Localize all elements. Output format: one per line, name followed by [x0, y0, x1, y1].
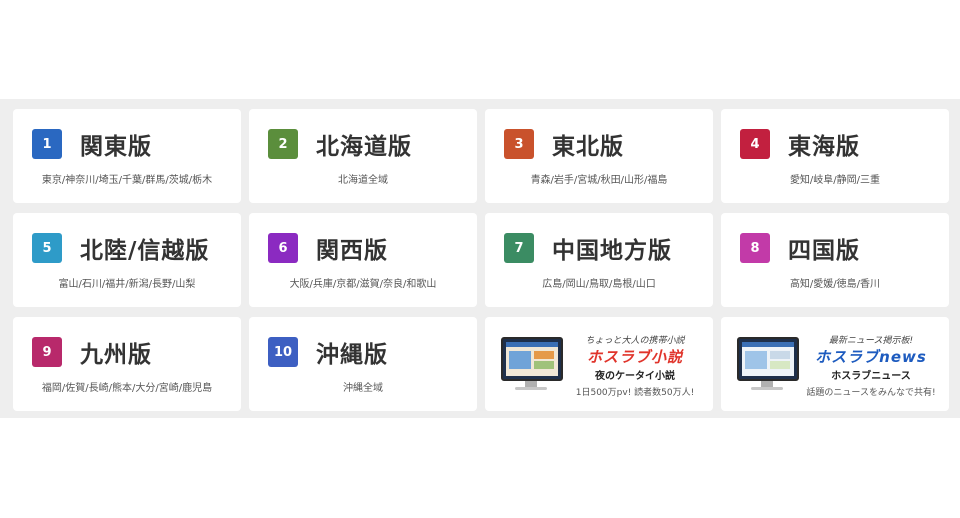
region-card-header: 10 沖縄版	[268, 335, 388, 369]
region-number-badge: 10	[268, 337, 298, 367]
region-areas: 青森/岩手/宮城/秋田/山形/福島	[530, 175, 668, 186]
region-title: 東海版	[788, 134, 860, 160]
region-title: 北陸/信越版	[80, 238, 210, 264]
region-areas: 愛知/岐阜/静岡/三重	[789, 175, 881, 186]
region-card-header: 8 四国版	[740, 231, 860, 265]
ad-logo: ホスラブnews	[815, 348, 927, 366]
region-card-header: 5 北陸/信越版	[32, 231, 209, 265]
region-card-header: 3 東北版	[504, 127, 624, 161]
region-card-hokuriku-shinetsu[interactable]: 5 北陸/信越版 富山/石川/福井/新潟/長野/山梨	[13, 213, 241, 307]
region-number-badge: 3	[504, 129, 534, 159]
region-title: 中国地方版	[552, 238, 672, 264]
region-number-badge: 7	[504, 233, 534, 263]
region-title: 九州版	[80, 342, 152, 368]
region-areas: 広島/岡山/鳥取/島根/山口	[542, 279, 656, 290]
region-number-badge: 1	[32, 129, 62, 159]
region-card-shikoku[interactable]: 8 四国版 高知/愛媛/徳島/香川	[721, 213, 949, 307]
region-areas: 福岡/佐賀/長崎/熊本/大分/宮崎/鹿児島	[41, 383, 213, 394]
region-card-header: 1 関東版	[32, 127, 152, 161]
ad-note: 1日500万pv! 読者数50万人!	[575, 388, 695, 398]
region-title: 沖縄版	[316, 342, 388, 368]
region-title: 四国版	[788, 238, 860, 264]
region-areas: 東京/神奈川/埼玉/千葉/群馬/茨城/栃木	[41, 175, 213, 186]
region-card-header: 4 東海版	[740, 127, 860, 161]
region-areas: 高知/愛媛/徳島/香川	[789, 279, 881, 290]
region-card-okinawa[interactable]: 10 沖縄版 沖縄全域	[249, 317, 477, 411]
region-card-header: 9 九州版	[32, 335, 152, 369]
ad-tagline: ちょっと大人の携帯小説	[585, 336, 685, 346]
region-number-badge: 2	[268, 129, 298, 159]
region-number-badge: 4	[740, 129, 770, 159]
region-card-header: 2 北海道版	[268, 127, 412, 161]
region-title: 東北版	[552, 134, 624, 160]
monitor-base-icon	[751, 387, 783, 390]
region-number-badge: 8	[740, 233, 770, 263]
region-card-tohoku[interactable]: 3 東北版 青森/岩手/宮城/秋田/山形/福島	[485, 109, 713, 203]
ad-note: 話題のニュースをみんなで共有!	[806, 388, 936, 398]
ad-text-block: 最新ニュース掲示板! ホスラブnews ホスラブニュース 話題のニュースをみんな…	[801, 333, 941, 398]
region-number-badge: 6	[268, 233, 298, 263]
region-card-header: 7 中国地方版	[504, 231, 672, 265]
region-card-tokai[interactable]: 4 東海版 愛知/岐阜/静岡/三重	[721, 109, 949, 203]
region-areas: 北海道全域	[338, 175, 388, 186]
ad-tagline: 最新ニュース掲示板!	[828, 336, 914, 346]
region-card-header: 6 関西版	[268, 231, 388, 265]
region-areas: 沖縄全域	[343, 383, 383, 394]
ad-logo: ホスラブ小説	[586, 348, 683, 366]
region-areas: 大阪/兵庫/京都/滋賀/奈良/和歌山	[289, 279, 437, 290]
region-number-badge: 9	[32, 337, 62, 367]
ad-subtitle: 夜のケータイ小説	[595, 371, 675, 382]
region-card-kansai[interactable]: 6 関西版 大阪/兵庫/京都/滋賀/奈良/和歌山	[249, 213, 477, 307]
region-title: 関東版	[80, 134, 152, 160]
region-card-kyushu[interactable]: 9 九州版 福岡/佐賀/長崎/熊本/大分/宮崎/鹿児島	[13, 317, 241, 411]
region-card-kanto[interactable]: 1 関東版 東京/神奈川/埼玉/千葉/群馬/茨城/栃木	[13, 109, 241, 203]
ad-text-block: ちょっと大人の携帯小説 ホスラブ小説 夜のケータイ小説 1日500万pv! 読者…	[565, 333, 705, 398]
region-number-badge: 5	[32, 233, 62, 263]
region-card-hokkaido[interactable]: 2 北海道版 北海道全域	[249, 109, 477, 203]
monitor-base-icon	[515, 387, 547, 390]
region-title: 関西版	[316, 238, 388, 264]
region-title: 北海道版	[316, 134, 412, 160]
ad-banner-hoslove-novel[interactable]: ちょっと大人の携帯小説 ホスラブ小説 夜のケータイ小説 1日500万pv! 読者…	[485, 317, 713, 411]
region-grid: 1 関東版 東京/神奈川/埼玉/千葉/群馬/茨城/栃木 2 北海道版 北海道全域…	[13, 109, 949, 411]
monitor-icon	[501, 337, 563, 381]
region-areas: 富山/石川/福井/新潟/長野/山梨	[58, 279, 196, 290]
ad-subtitle: ホスラブニュース	[831, 371, 911, 382]
ad-banner-hoslove-news[interactable]: 最新ニュース掲示板! ホスラブnews ホスラブニュース 話題のニュースをみんな…	[721, 317, 949, 411]
monitor-icon	[737, 337, 799, 381]
region-card-chugoku[interactable]: 7 中国地方版 広島/岡山/鳥取/島根/山口	[485, 213, 713, 307]
